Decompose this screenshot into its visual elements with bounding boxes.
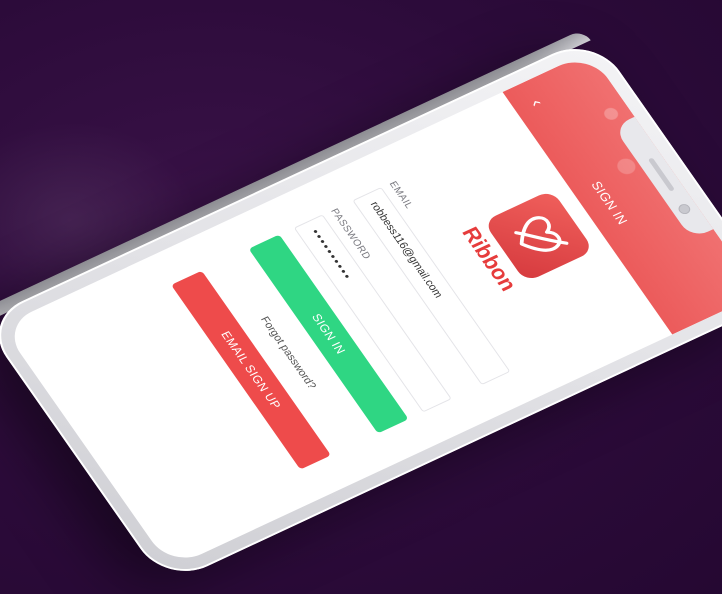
background-stage: ‹ SIGN IN Ribbon EMAIL robbess116@gmail.… <box>0 0 722 594</box>
ribbon-heart-icon <box>514 216 569 252</box>
camera-icon <box>676 202 693 216</box>
phone-mockup: ‹ SIGN IN Ribbon EMAIL robbess116@gmail.… <box>0 29 722 586</box>
